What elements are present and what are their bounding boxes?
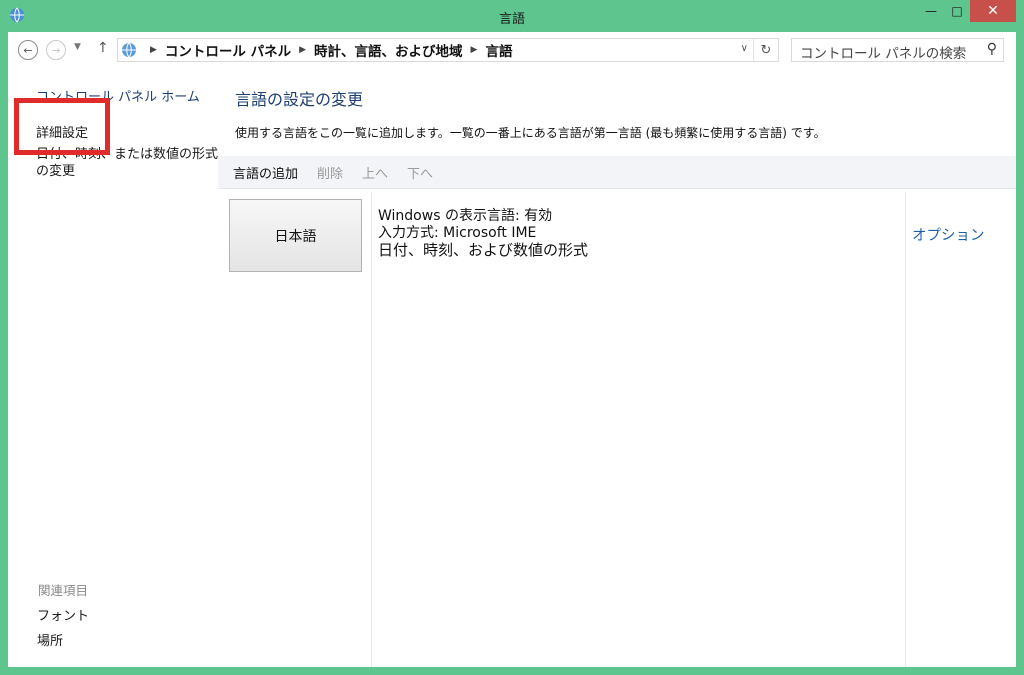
search-placeholder: コントロール パネルの検索 xyxy=(800,46,967,62)
remove-button[interactable]: 削除 xyxy=(317,163,343,182)
breadcrumb-item[interactable]: 時計、言語、および地域 xyxy=(314,40,463,60)
forward-arrow-icon[interactable]: → xyxy=(46,40,66,60)
chevron-right-icon: ▶ xyxy=(470,45,478,55)
language-tile[interactable]: 日本語 xyxy=(229,199,362,272)
location-link[interactable]: 場所 xyxy=(37,630,63,649)
move-up-button[interactable]: 上へ xyxy=(362,163,388,182)
search-icon[interactable]: ⚲ xyxy=(987,41,997,57)
page-title: 言語の設定の変更 xyxy=(235,90,364,109)
related-header: 関連項目 xyxy=(38,583,89,598)
close-button[interactable]: ✕ xyxy=(970,0,1016,22)
title-bar: 言語 — □ ✕ xyxy=(0,0,1024,32)
minimize-button[interactable]: — xyxy=(918,0,944,22)
divider xyxy=(905,192,906,667)
breadcrumb-item[interactable]: 言語 xyxy=(485,40,512,60)
window-client: ← → ▼ ↑ ▶ コントロール パネル ▶ 時計、言語、および地域 ▶ 言語 … xyxy=(8,32,1016,667)
main-content: 言語の設定の変更 使用する言語をこの一覧に追加します。一覧の一番上にある言語が第… xyxy=(218,68,1016,667)
sidebar: コントロール パネル ホーム 詳細設定 日付、時刻、または数値の形式の変更 関連… xyxy=(8,68,218,667)
back-arrow-icon[interactable]: ← xyxy=(18,40,38,60)
chevron-down-icon[interactable]: ∨ xyxy=(741,43,748,54)
page-description: 使用する言語をこの一覧に追加します。一覧の一番上にある言語が第一言語 (最も頻繁… xyxy=(235,126,826,140)
display-language-status: Windows の表示言語: 有効 xyxy=(378,208,553,224)
options-link[interactable]: オプション xyxy=(912,224,985,245)
breadcrumb[interactable]: ▶ コントロール パネル ▶ 時計、言語、および地域 ▶ 言語 ∨ ↻ xyxy=(117,38,779,62)
divider xyxy=(371,192,372,667)
chevron-right-icon: ▶ xyxy=(299,45,307,55)
fonts-link[interactable]: フォント xyxy=(37,605,89,624)
window: 言語 — □ ✕ ← → ▼ ↑ ▶ コントロール パネル ▶ 時計、言語、およ… xyxy=(0,0,1024,675)
highlight-box xyxy=(14,98,110,155)
language-toolbar: 言語の追加 削除 上へ 下へ xyxy=(218,156,1016,189)
add-language-button[interactable]: 言語の追加 xyxy=(233,163,298,182)
globe-icon xyxy=(122,42,136,58)
address-bar: ← → ▼ ↑ ▶ コントロール パネル ▶ 時計、言語、および地域 ▶ 言語 … xyxy=(8,32,1016,68)
move-down-button[interactable]: 下へ xyxy=(407,163,433,182)
breadcrumb-item[interactable]: コントロール パネル xyxy=(165,40,291,60)
language-list: 日本語 Windows の表示言語: 有効 入力方式: Microsoft IM… xyxy=(218,192,1016,667)
format-info: 日付、時刻、および数値の形式 xyxy=(378,241,589,259)
search-input[interactable]: コントロール パネルの検索 ⚲ xyxy=(791,38,1004,62)
language-info: Windows の表示言語: 有効 入力方式: Microsoft IME 日付… xyxy=(378,208,588,259)
chevron-right-icon: ▶ xyxy=(150,45,157,55)
window-title: 言語 xyxy=(498,12,525,27)
refresh-icon[interactable]: ↻ xyxy=(753,39,778,61)
input-method: 入力方式: Microsoft IME xyxy=(378,225,537,241)
maximize-button[interactable]: □ xyxy=(944,0,970,22)
up-arrow-icon[interactable]: ↑ xyxy=(97,40,109,56)
recent-dropdown-icon[interactable]: ▼ xyxy=(74,42,81,52)
